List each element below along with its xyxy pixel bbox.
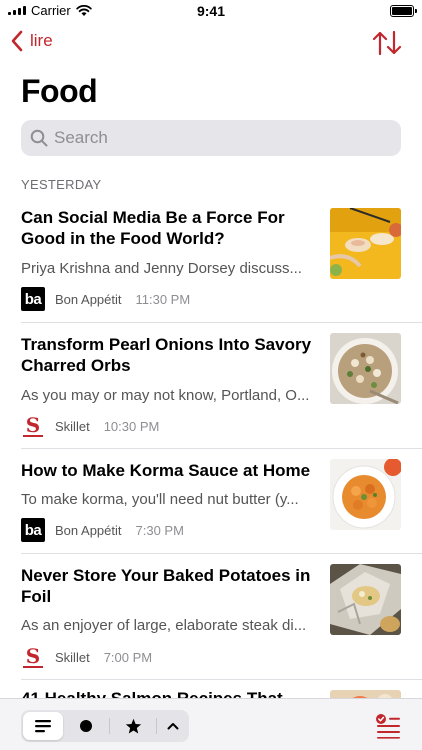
article-excerpt: To make korma, you'll need nut butter (y… [21,491,299,508]
article-headline: Never Store Your Baked Potatoes in Foil [21,566,311,606]
article-thumbnail [330,564,401,635]
article-source: Bon Appétit [55,522,122,538]
article-item[interactable]: Can Social Media Be a Force For Good in … [0,195,422,323]
article-time: 10:30 PM [103,418,160,434]
article-excerpt: As an enjoyer of large, elaborate steak … [21,617,307,634]
filter-segmented-control [21,710,189,742]
article-thumbnail [330,690,401,698]
bottom-toolbar [0,698,422,750]
search-icon [30,129,48,147]
article-source: Skillet [55,418,90,434]
article-meta: S Skillet 7:00 PM [21,645,152,669]
page-title: Food [21,73,98,109]
article-item[interactable]: How to Make Korma Sauce at Home To make … [0,449,422,554]
skillet-logo-letter: S [25,412,41,437]
back-button[interactable]: lire [10,30,53,52]
article-thumbnail [330,459,401,530]
article-headline: Transform Pearl Onions Into Savory Charr… [21,335,312,375]
article-item[interactable]: 41 Healthy Salmon Recipes That [0,680,422,698]
back-label: lire [30,31,53,50]
article-headline: Can Social Media Be a Force For Good in … [21,208,285,248]
article-time: 7:30 PM [135,522,184,538]
article-item[interactable]: Never Store Your Baked Potatoes in Foil … [0,554,422,680]
status-time: 9:41 [196,3,226,19]
filter-starred-button[interactable] [110,712,156,740]
star-icon [125,718,141,734]
search-input[interactable] [54,128,374,148]
article-item[interactable]: Transform Pearl Onions Into Savory Charr… [0,323,422,449]
sort-arrows-icon[interactable] [372,30,402,56]
article-headline: 41 Healthy Salmon Recipes That [21,688,315,698]
filter-more-button[interactable] [157,712,189,740]
skillet-logo-letter: S [25,643,41,668]
ba-logo: ba [21,518,45,542]
search-bar[interactable] [21,120,401,156]
article-meta: S Skillet 10:30 PM [21,414,159,438]
list-icon [35,720,51,733]
skillet-logo: S [21,414,45,438]
circle-icon [80,720,92,732]
article-excerpt: Priya Krishna and Jenny Dorsey discuss..… [21,260,302,277]
skillet-logo: S [21,645,45,669]
article-time: 7:00 PM [103,649,153,665]
filter-all-button[interactable] [23,712,63,740]
article-headline: How to Make Korma Sauce at Home [21,461,311,480]
ba-logo: ba [21,287,45,311]
section-header: YESTERDAY [21,177,102,192]
filter-unread-button[interactable] [63,712,109,740]
article-source: Skillet [55,649,90,665]
article-thumbnail [330,333,401,404]
article-meta: ba Bon Appétit 7:30 PM [21,518,184,542]
chevron-up-icon [167,723,179,730]
article-thumbnail [330,208,401,279]
chevron-left-icon [11,30,23,52]
status-bar: Carrier 9:41 [0,0,422,22]
article-meta: ba Bon Appétit 11:30 PM [21,287,190,311]
article-time: 11:30 PM [135,291,191,307]
battery-icon [390,5,417,17]
checklist-icon[interactable] [375,713,401,739]
article-excerpt: As you may or may not know, Portland, O.… [21,387,310,404]
article-source: Bon Appétit [55,291,122,307]
